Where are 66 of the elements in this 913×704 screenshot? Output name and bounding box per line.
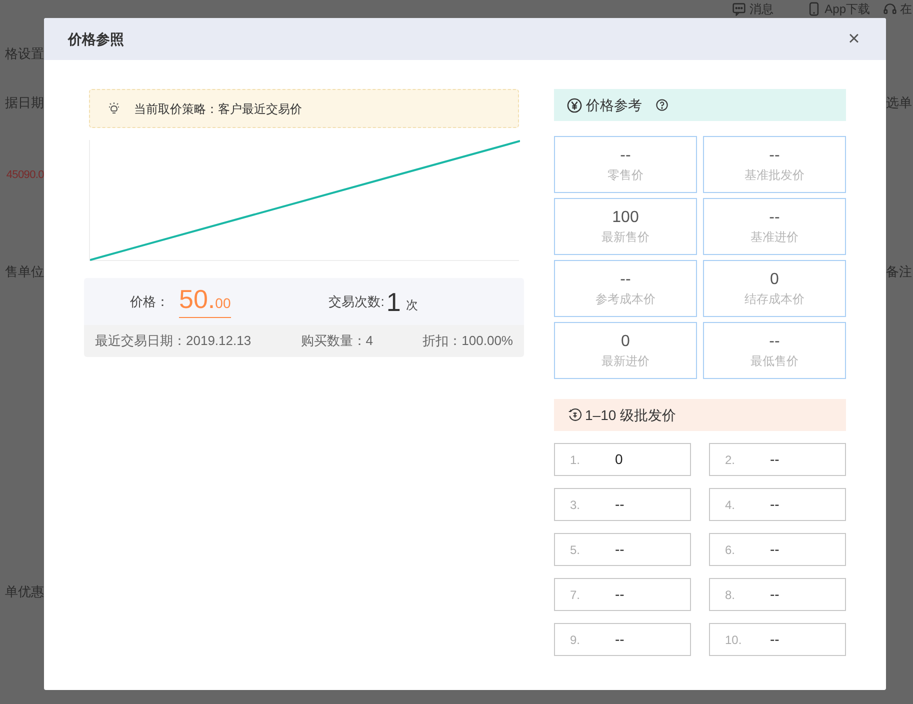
price-label: 价格：	[130, 292, 169, 311]
reference-label: 基准进价	[750, 228, 798, 246]
tier-index: 8.	[725, 586, 736, 604]
detail-text: 折扣：100.00%	[422, 332, 513, 350]
yen-icon	[567, 98, 582, 112]
tier-index: 5.	[570, 542, 582, 558]
tier-value: --	[770, 585, 780, 604]
tier-value: --	[615, 495, 624, 514]
reference-label: 最新售价	[602, 228, 650, 246]
count-unit: 次	[406, 296, 418, 314]
tier-icon	[568, 408, 582, 422]
detail-text: 最近交易日期：2019.12.13	[95, 332, 252, 350]
topbar-link[interactable]: 在	[900, 0, 912, 18]
background-label: 备注	[886, 264, 913, 280]
tier-index: 2.	[725, 452, 736, 468]
reference-value: --	[769, 332, 780, 352]
reference-value: --	[769, 146, 780, 166]
reference-value: 0	[621, 332, 630, 352]
count-value: 1	[386, 286, 401, 316]
help-icon[interactable]	[656, 99, 668, 111]
reference-value: 0	[770, 270, 779, 290]
reference-label: 结存成本价	[744, 290, 804, 308]
background-label: 据日期	[5, 95, 44, 111]
tier-index: 1.	[570, 452, 582, 468]
tier-index: 6.	[725, 542, 736, 558]
tier-value: --	[770, 450, 780, 469]
strategy-text: 当前取价策略：客户最近交易价	[134, 100, 302, 118]
reference-label: 最新进价	[602, 352, 650, 370]
tier-value: --	[770, 495, 780, 514]
background-label: 售单位	[5, 264, 44, 280]
reference-value: --	[769, 208, 780, 228]
tier-value: --	[770, 630, 780, 649]
tiers-title: 1–10 级批发价	[585, 406, 676, 424]
reference-value: --	[620, 146, 631, 166]
reference-label: 参考成本价	[596, 290, 656, 308]
background-label: 单优惠	[5, 584, 44, 600]
chat-icon	[732, 2, 746, 16]
topbar-link[interactable]: App下载	[824, 0, 870, 18]
headset-icon	[883, 2, 897, 16]
background-label: 格设置	[5, 46, 44, 62]
background-label: 45090.0	[6, 168, 44, 183]
tier-value: 0	[615, 450, 623, 469]
reference-value: 100	[612, 208, 639, 228]
tier-index: 3.	[570, 496, 582, 514]
reference-label: 最低售价	[750, 352, 798, 370]
tier-index: 7.	[570, 586, 582, 604]
topbar-link[interactable]: 消息	[750, 0, 774, 18]
close-button[interactable]: ×	[846, 29, 862, 49]
background-label: 选单	[886, 95, 913, 111]
tier-index: 10.	[725, 632, 743, 648]
tier-value: --	[615, 585, 624, 604]
reference-label: 零售价	[608, 166, 644, 184]
tier-value: --	[770, 540, 780, 559]
detail-text: 购买数量：4	[300, 332, 373, 350]
dialog-title: 价格参照	[68, 30, 124, 49]
tier-index: 9.	[570, 632, 582, 648]
reference-title: 价格参考	[586, 96, 642, 114]
reference-value: --	[620, 270, 631, 290]
tier-index: 4.	[725, 496, 736, 514]
price-value: 50.00	[179, 286, 231, 318]
phone-icon	[806, 2, 821, 16]
count-label: 交易次数:	[328, 292, 384, 311]
reference-label: 基准批发价	[744, 166, 804, 184]
tier-value: --	[615, 630, 624, 649]
tier-value: --	[615, 540, 624, 559]
lightbulb-icon	[108, 102, 120, 115]
